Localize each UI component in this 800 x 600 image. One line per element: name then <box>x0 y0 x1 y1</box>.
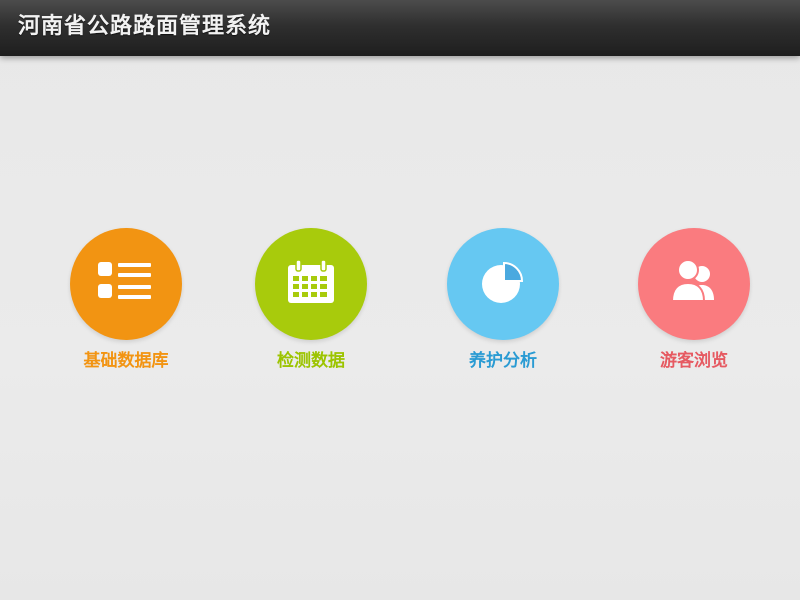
header-bar: 河南省公路路面管理系统 <box>0 0 800 56</box>
app-title: 河南省公路路面管理系统 <box>18 14 272 39</box>
users-icon <box>670 259 714 302</box>
module-guest-browse-circle[interactable] <box>638 228 750 340</box>
module-guest-browse-label[interactable]: 游客浏览 <box>619 349 769 373</box>
module-guest-browse[interactable]: 游客浏览 <box>619 228 769 378</box>
list-icon <box>98 262 151 299</box>
module-basic-database-circle[interactable] <box>70 228 182 340</box>
module-inspection-data[interactable]: 检测数据 <box>236 228 386 378</box>
module-inspection-data-circle[interactable] <box>255 228 367 340</box>
calendar-icon <box>288 259 334 303</box>
page: 河南省公路路面管理系统 基础数据库 检测数据 养护分析 游客浏览 <box>0 0 800 600</box>
module-inspection-data-label[interactable]: 检测数据 <box>236 349 386 373</box>
module-maintenance-analysis-label[interactable]: 养护分析 <box>428 349 578 373</box>
pie-chart-icon <box>482 261 524 303</box>
module-basic-database-label[interactable]: 基础数据库 <box>51 349 201 373</box>
module-maintenance-analysis-circle[interactable] <box>447 228 559 340</box>
module-maintenance-analysis[interactable]: 养护分析 <box>428 228 578 378</box>
module-basic-database[interactable]: 基础数据库 <box>51 228 201 378</box>
